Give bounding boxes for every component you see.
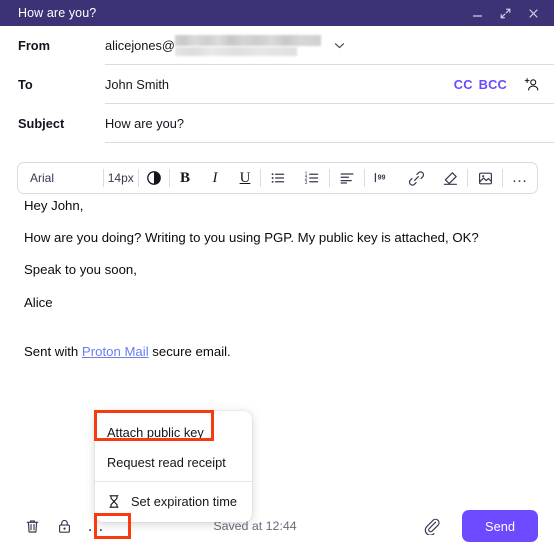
paperclip-icon[interactable] — [416, 510, 448, 542]
close-icon[interactable] — [520, 2, 546, 24]
trash-icon[interactable] — [16, 510, 48, 542]
underline-button[interactable]: U — [230, 163, 260, 193]
send-button[interactable]: Send — [462, 510, 538, 542]
from-row: From alicejones@ — [0, 26, 554, 65]
numbered-list-button[interactable]: 1 2 3 — [295, 163, 329, 193]
subject-field[interactable]: How are you? — [105, 104, 554, 143]
menu-item-label: Set expiration time — [131, 493, 237, 509]
menu-divider — [95, 481, 252, 482]
blockquote-button[interactable]: 99 — [365, 163, 399, 193]
svg-text:99: 99 — [378, 174, 386, 181]
email-body[interactable]: Hey John, How are you doing? Writing to … — [24, 198, 534, 359]
subject-value: How are you? — [105, 115, 184, 131]
body-paragraph: Hey John, — [24, 198, 84, 213]
signature-suffix: secure email. — [148, 343, 231, 359]
menu-item-request-read-receipt[interactable]: Request read receipt — [95, 447, 252, 477]
font-family-select[interactable]: Arial — [18, 163, 103, 193]
hourglass-icon — [107, 494, 125, 509]
menu-item-set-expiration-time[interactable]: Set expiration time — [95, 486, 252, 516]
body-paragraph: Speak to you soon, — [24, 262, 137, 278]
from-address: alicejones@ — [105, 37, 175, 53]
body-paragraph: Alice — [24, 294, 53, 310]
italic-button[interactable]: I — [200, 163, 230, 193]
toolbar-more-label: … — [511, 169, 529, 186]
compose-header-fields: From alicejones@ To John Smith CC BCC Su… — [0, 26, 554, 143]
window-controls — [464, 2, 546, 24]
compose-email-window: How are you? From alicejones@ To John Sm… — [0, 0, 554, 552]
to-row: To John Smith CC BCC — [0, 65, 554, 104]
more-options-menu: Attach public key Request read receipt S… — [95, 411, 252, 522]
insert-link-icon[interactable] — [399, 163, 433, 193]
to-label: To — [18, 77, 33, 92]
subject-label: Subject — [18, 116, 65, 131]
window-title: How are you? — [18, 6, 97, 20]
bold-button[interactable]: B — [170, 163, 200, 193]
align-left-button[interactable] — [330, 163, 364, 193]
from-label: From — [18, 38, 50, 53]
cc-bcc-group: CC BCC — [454, 76, 540, 93]
proton-mail-link[interactable]: Proton Mail — [82, 344, 149, 359]
to-recipient: John Smith — [105, 76, 170, 92]
compose-bottom-bar: … Saved at 12:44 Send — [0, 500, 554, 552]
expand-icon[interactable] — [492, 2, 518, 24]
chevron-down-icon[interactable] — [333, 39, 346, 52]
formatting-toolbar: Arial 14px B I U 1 2 3 99 … — [17, 162, 538, 194]
svg-text:3: 3 — [305, 180, 308, 186]
subject-row: Subject How are you? — [0, 104, 554, 143]
to-field[interactable]: John Smith CC BCC — [105, 65, 554, 104]
redacted-domain — [174, 34, 321, 56]
insert-image-icon[interactable] — [468, 163, 502, 193]
menu-item-label: Attach public key — [107, 424, 204, 440]
toolbar-more-options-button[interactable]: … — [503, 163, 537, 193]
clear-formatting-icon[interactable] — [433, 163, 467, 193]
lock-icon[interactable] — [48, 510, 80, 542]
email-signature: Sent with Proton Mail secure email. — [24, 344, 534, 359]
signature-prefix: Sent with — [24, 343, 82, 359]
body-paragraph: How are you doing? Writing to you using … — [24, 230, 479, 246]
bcc-button[interactable]: BCC — [479, 77, 507, 92]
text-color-icon[interactable] — [139, 163, 169, 193]
menu-item-label: Request read receipt — [107, 454, 226, 470]
bullet-list-button[interactable] — [261, 163, 295, 193]
font-size-select[interactable]: 14px — [104, 163, 138, 193]
menu-item-attach-public-key[interactable]: Attach public key — [95, 417, 252, 447]
minimize-icon[interactable] — [464, 2, 490, 24]
add-contact-icon[interactable] — [523, 76, 540, 93]
cc-button[interactable]: CC — [454, 77, 473, 92]
window-titlebar: How are you? — [0, 0, 554, 26]
from-field[interactable]: alicejones@ — [105, 26, 554, 65]
